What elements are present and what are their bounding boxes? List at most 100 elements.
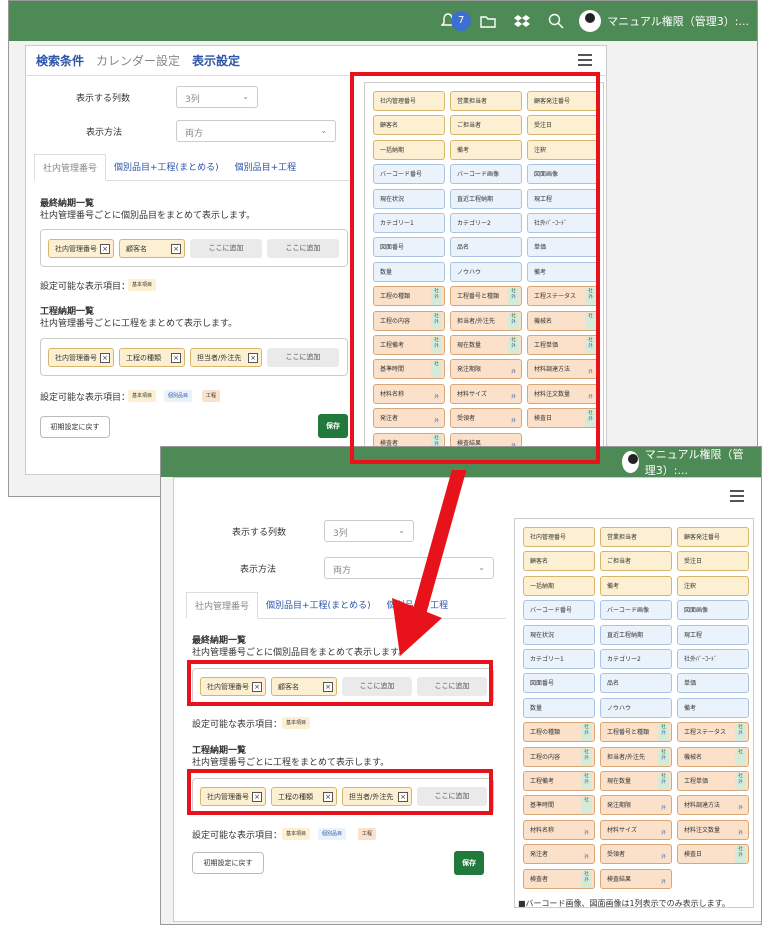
- subtab-1[interactable]: 個別品目+工程(まとめる): [258, 592, 379, 618]
- item-label: 工程備考: [530, 778, 555, 785]
- close-icon[interactable]: ×: [171, 244, 181, 254]
- subtab-0[interactable]: 社内管理番号: [34, 154, 107, 181]
- item-chip[interactable]: 材料名称外: [523, 819, 595, 840]
- item-chip[interactable]: 顧客名: [523, 551, 595, 572]
- item-chip[interactable]: 社外ﾊﾞｰｺｰﾄﾞ: [677, 649, 749, 669]
- scope-internal: 社: [738, 847, 743, 853]
- item-label: 図面番号: [530, 680, 555, 688]
- close-icon[interactable]: ×: [100, 244, 110, 254]
- final-slot-0[interactable]: 社内管理番号 ×: [48, 239, 114, 258]
- user-label[interactable]: マニュアル権限（管理3）:...: [645, 447, 753, 478]
- save-button[interactable]: 保存: [318, 414, 348, 438]
- subtab-2[interactable]: 個別品目+工程: [227, 154, 305, 180]
- search-icon[interactable]: [546, 11, 566, 31]
- tab-calendar[interactable]: カレンダー設定: [96, 52, 180, 69]
- user-label[interactable]: マニュアル権限（管理3）:...: [607, 13, 749, 29]
- item-chip[interactable]: 現在数量 社外: [600, 771, 672, 791]
- process-slot-1[interactable]: 工程の種類 ×: [119, 348, 185, 367]
- item-chip[interactable]: 単価: [677, 673, 749, 694]
- scope-internal: 社: [584, 725, 589, 731]
- item-chip[interactable]: 工程備考 社外: [523, 771, 595, 791]
- method-value: 両方: [333, 566, 352, 576]
- item-chip[interactable]: 図面画像: [677, 600, 749, 621]
- item-chip[interactable]: ノウハウ: [600, 697, 672, 718]
- item-chip[interactable]: 備考: [677, 697, 749, 718]
- scope-internal: 社: [738, 725, 743, 731]
- item-chip[interactable]: 検査結果 外: [600, 868, 672, 889]
- scope-badge: 外: [658, 871, 669, 888]
- item-chip[interactable]: 検査者 社外: [523, 868, 595, 889]
- dropbox-icon[interactable]: [512, 11, 532, 31]
- item-chip[interactable]: 工程単価 社外: [677, 771, 749, 791]
- item-chip[interactable]: カテゴリー2: [600, 649, 672, 669]
- item-chip[interactable]: 検査日 社外: [677, 844, 749, 865]
- process-slot-3[interactable]: ここに追加: [267, 348, 339, 367]
- item-chip[interactable]: 数量: [523, 697, 595, 718]
- item-chip[interactable]: 工程の種類 社外: [523, 722, 595, 743]
- final-slot-2[interactable]: ここに追加: [190, 239, 262, 258]
- item-chip[interactable]: 現工程: [677, 624, 749, 645]
- folder-icon[interactable]: [478, 11, 498, 31]
- item-chip[interactable]: 工程ステータス社外: [677, 722, 749, 743]
- item-chip[interactable]: 図面番号: [523, 673, 595, 694]
- scope-external: 外: [661, 731, 666, 737]
- item-chip[interactable]: 材料調達方法外: [677, 795, 749, 816]
- item-chip[interactable]: 担当者/外注先 社外: [600, 746, 672, 767]
- scope-external: 外: [661, 780, 666, 785]
- menu-icon[interactable]: [578, 54, 592, 69]
- reset-button[interactable]: 初期設定に戻す: [192, 852, 264, 874]
- columns-select[interactable]: 3列 ⌄: [176, 86, 258, 108]
- item-chip[interactable]: 工程番号と種類社外: [600, 722, 672, 743]
- item-chip[interactable]: 材料注文数量外: [677, 819, 749, 840]
- available-items-grid: 社内管理番号 営業担当者 顧客発注番号 顧客名 ご担当者 受注日 一括納期 備考 注釈 バーコード…: [514, 518, 754, 908]
- item-chip[interactable]: カテゴリー1: [523, 649, 595, 669]
- subtabs: 社内管理番号 個別品目+工程(まとめる) 個別品目+工程: [34, 154, 354, 181]
- item-label: 検査結果: [607, 875, 632, 883]
- item-chip[interactable]: 受注日: [677, 551, 749, 572]
- highlight-items-box: [350, 72, 600, 464]
- method-label: 表示方法: [86, 128, 123, 138]
- item-chip[interactable]: 発注期限外: [600, 795, 672, 816]
- method-label: 表示方法: [240, 565, 277, 575]
- item-chip[interactable]: 社内管理番号: [523, 527, 595, 547]
- item-chip[interactable]: バーコード番号: [523, 600, 595, 621]
- item-chip[interactable]: 直近工程納期: [600, 624, 672, 645]
- scope-badge: 社外: [581, 724, 592, 742]
- item-chip[interactable]: 工程の内容 社外: [523, 746, 595, 767]
- avatar[interactable]: [622, 451, 639, 473]
- tab-display[interactable]: 表示設定: [192, 52, 240, 69]
- tab-search[interactable]: 検索条件: [36, 52, 84, 69]
- menu-icon[interactable]: [730, 490, 744, 505]
- item-chip[interactable]: 受領者外: [600, 844, 672, 865]
- item-chip[interactable]: 営業担当者: [600, 527, 672, 547]
- close-icon[interactable]: ×: [248, 353, 258, 363]
- subtab-0[interactable]: 社内管理番号: [186, 592, 259, 619]
- item-chip[interactable]: 備考: [600, 575, 672, 596]
- reset-button[interactable]: 初期設定に戻す: [40, 416, 110, 438]
- item-chip[interactable]: ご担当者: [600, 551, 672, 572]
- item-chip[interactable]: 注釈: [677, 575, 749, 596]
- close-icon[interactable]: ×: [171, 353, 181, 363]
- save-button[interactable]: 保存: [454, 851, 484, 875]
- item-chip[interactable]: 現在状況: [523, 624, 595, 645]
- item-chip[interactable]: 発注者外: [523, 844, 595, 865]
- final-slot-1[interactable]: 顧客名 ×: [119, 239, 185, 258]
- notification-badge[interactable]: 7: [451, 11, 472, 31]
- item-chip[interactable]: 基準時間 社: [523, 795, 595, 816]
- item-chip[interactable]: バーコード画像: [600, 600, 672, 621]
- process-slot-0[interactable]: 社内管理番号 ×: [48, 348, 114, 367]
- item-chip[interactable]: 顧客発注番号: [677, 527, 749, 547]
- scope-external: 外: [661, 806, 666, 812]
- item-chip[interactable]: 機械名 社: [677, 746, 749, 767]
- close-icon[interactable]: ×: [100, 353, 110, 363]
- item-label: カテゴリー2: [607, 656, 641, 663]
- item-chip[interactable]: 材料サイズ外: [600, 819, 672, 840]
- item-chip[interactable]: 一括納期: [523, 575, 595, 596]
- method-select[interactable]: 両方 ⌄: [176, 120, 336, 142]
- avatar[interactable]: [579, 10, 602, 32]
- scope-badge: 外: [735, 822, 746, 839]
- item-chip[interactable]: 品名: [600, 673, 672, 694]
- process-slot-2[interactable]: 担当者/外注先 ×: [190, 348, 262, 367]
- final-slot-3[interactable]: ここに追加: [267, 239, 339, 258]
- subtab-1[interactable]: 個別品目+工程(まとめる): [106, 154, 227, 180]
